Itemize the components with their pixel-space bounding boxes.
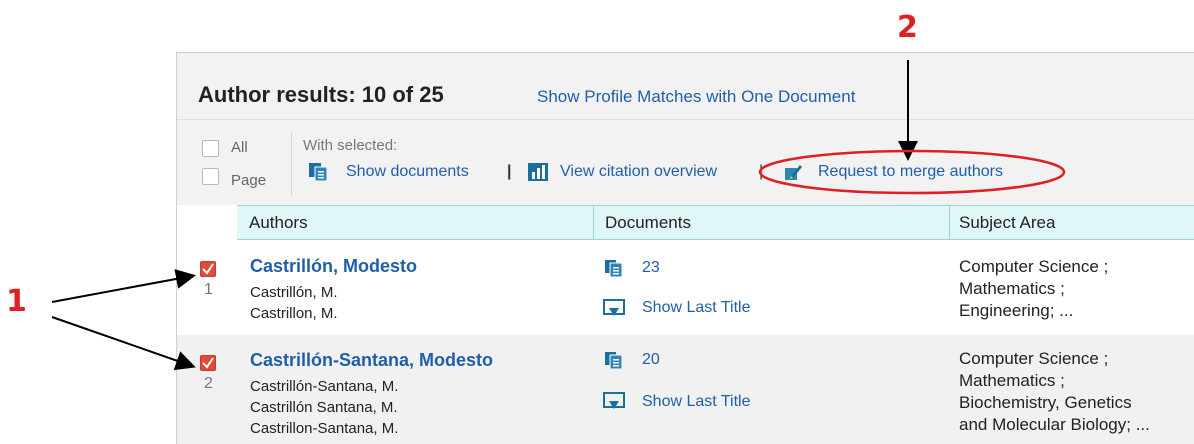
annotation-arrow-row-2 (51, 316, 196, 371)
merge-highlight-ellipse (758, 149, 1066, 195)
annotation-arrow-row-1 (51, 269, 196, 303)
annotation-overlay (51, 60, 1066, 371)
